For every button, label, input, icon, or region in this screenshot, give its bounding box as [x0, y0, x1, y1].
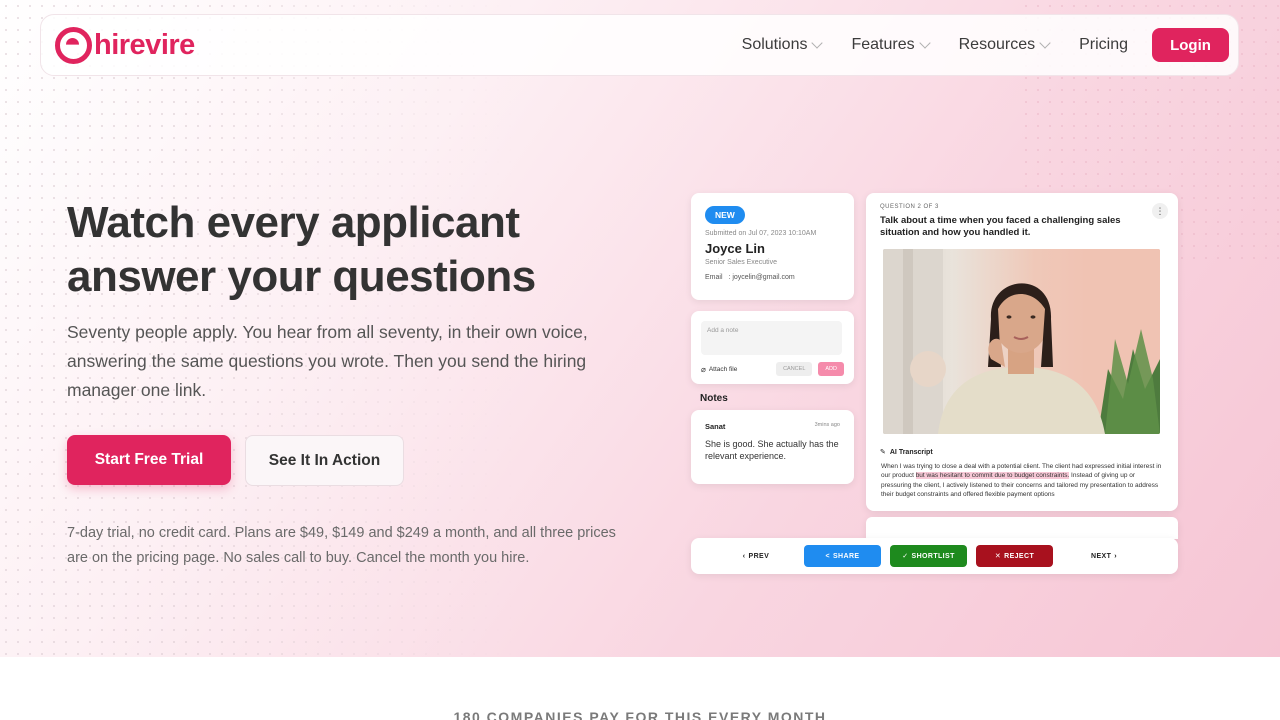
video-frame-illustration [883, 249, 1160, 434]
social-proof-heading: 180 COMPANIES PAY FOR THIS EVERY MONTH [453, 709, 827, 720]
more-options-icon[interactable]: ⋮ [1152, 203, 1168, 219]
shortlist-button[interactable]: ✓ SHORTLIST [890, 545, 967, 567]
comment-author: Sanat [705, 422, 726, 431]
ai-transcript: When I was trying to close a deal with a… [881, 462, 1165, 500]
attach-file-link[interactable]: Attach file [709, 366, 738, 373]
check-icon: ✓ [902, 553, 909, 560]
headline-line-1: Watch every applicant [67, 198, 520, 247]
submitted-date: Submitted on Jul 07, 2023 10:10AM [705, 230, 817, 237]
chevron-down-icon [811, 37, 824, 49]
reject-label: REJECT [1004, 552, 1035, 560]
applicant-video[interactable] [883, 249, 1160, 434]
note-comment: Sanat 3mins ago She is good. She actuall… [691, 410, 854, 484]
share-icon: < [825, 552, 830, 560]
nav-menu: Solutions Features Resources Pricing [742, 36, 1128, 54]
nav-item-label: Pricing [1079, 36, 1128, 53]
paperclip-icon[interactable]: ⌀ [701, 365, 706, 374]
chevron-left-icon: ‹ [742, 552, 746, 560]
chevron-right-icon: › [1114, 552, 1117, 560]
transcript-title: AI Transcript [889, 448, 933, 456]
prev-label: PREV [748, 552, 770, 560]
hero-headline: Watch every applicant answer your questi… [67, 196, 627, 304]
top-navbar: hirevire Solutions Features Resources Pr… [40, 14, 1239, 76]
cancel-button[interactable]: CANCEL [776, 362, 813, 376]
nav-item-label: Resources [958, 36, 1036, 53]
transcript-highlight: but was hesitant to commit due to budget… [915, 472, 1070, 480]
start-free-trial-button[interactable]: Start Free Trial [67, 435, 231, 485]
close-icon: ✕ [994, 553, 1002, 560]
nav-item-solutions[interactable]: Solutions [741, 36, 824, 54]
logo[interactable]: hirevire [55, 26, 195, 64]
comment-header: Sanat 3mins ago [705, 422, 840, 431]
question-card: QUESTION 2 OF 3 ⋮ Talk about a time when… [866, 193, 1178, 511]
nav-item-label: Features [851, 36, 915, 53]
login-button[interactable]: Login [1152, 28, 1229, 62]
nav-item-label: Solutions [741, 36, 808, 53]
add-note-button[interactable]: ADD [818, 362, 844, 376]
note-input[interactable]: Add a note [701, 321, 842, 355]
chevron-down-icon [918, 37, 931, 49]
applicant-email-row: Email : joycelin@gmail.com [705, 274, 840, 281]
note-actions: ⌀ Attach file CANCEL ADD [701, 362, 844, 376]
chevron-down-icon [1039, 37, 1051, 49]
share-button[interactable]: < SHARE [804, 545, 881, 567]
applicant-name: Joyce Lin [705, 241, 765, 256]
ai-transcript-heading: ✎ AI Transcript [880, 448, 933, 457]
applicant-card: NEW Submitted on Jul 07, 2023 10:10AM Jo… [691, 193, 854, 300]
headline-line-2: answer your questions [67, 252, 536, 301]
review-action-bar: ‹ PREV < SHARE ✓ SHORTLIST ✕ REJECT NEXT… [691, 538, 1178, 574]
next-label: NEXT [1090, 552, 1112, 560]
next-question-card [866, 517, 1178, 539]
question-label: QUESTION 2 OF 3 [880, 204, 939, 210]
notes-title: Notes [700, 393, 728, 404]
shortlist-label: SHORTLIST [911, 552, 955, 560]
next-button[interactable]: NEXT › [1079, 545, 1129, 567]
email-label: Email [705, 274, 723, 281]
nav-item-resources[interactable]: Resources [958, 36, 1051, 54]
question-text: Talk about a time when you faced a chall… [880, 215, 1121, 238]
pricing-fineprint: 7-day trial, no credit card. Plans are $… [67, 525, 616, 566]
applicant-role: Senior Sales Executive [705, 259, 777, 266]
comment-time: 3mins ago [814, 422, 840, 428]
reject-button[interactable]: ✕ REJECT [976, 545, 1053, 567]
magic-wand-icon: ✎ [880, 449, 886, 456]
see-it-in-action-button[interactable]: See It In Action [245, 435, 404, 486]
applicant-email: : joycelin@gmail.com [728, 274, 795, 281]
logo-text: hirevire [94, 28, 195, 61]
hero-subtext: Seventy people apply. You hear from all … [67, 322, 588, 400]
nav-item-features[interactable]: Features [851, 36, 931, 54]
share-label: SHARE [832, 552, 860, 560]
add-note-card: Add a note ⌀ Attach file CANCEL ADD [691, 311, 854, 384]
nav-item-pricing[interactable]: Pricing [1079, 36, 1128, 54]
prev-button[interactable]: ‹ PREV [731, 545, 781, 567]
comment-text: She is good. She actually has the releva… [705, 439, 839, 461]
status-badge: NEW [705, 206, 745, 224]
logo-icon [55, 26, 92, 64]
